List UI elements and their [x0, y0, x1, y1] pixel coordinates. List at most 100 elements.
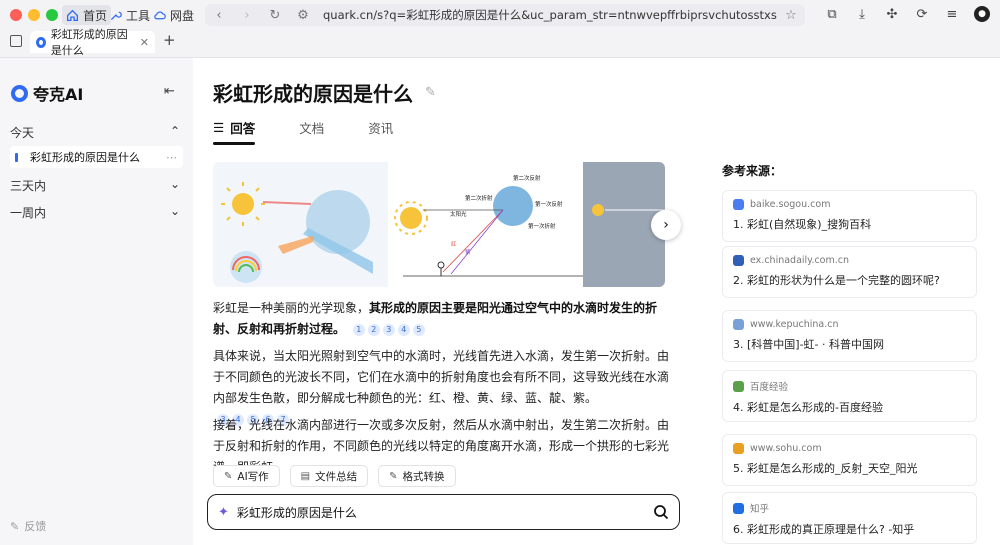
site-favicon-icon — [733, 443, 744, 454]
bookmark-star-icon[interactable]: ☆ — [777, 8, 805, 23]
chevron-right-icon: › — [663, 217, 669, 233]
site-favicon-icon — [733, 199, 744, 210]
para2-text: 具体来说，当太阳光照射到空气中的水滴时，光线首先进入水滴，发生第一次折射。由于不… — [213, 349, 670, 405]
extensions-icon[interactable]: ✣ — [884, 6, 900, 22]
ai-writing-button[interactable]: ✎ AI写作 — [213, 465, 280, 487]
profile-icon[interactable]: ● — [974, 6, 990, 22]
chevron-down-icon: ⌄ — [169, 177, 180, 191]
menu-icon[interactable]: ≡ — [944, 6, 960, 22]
close-tab-icon[interactable]: ✕ — [140, 36, 149, 49]
sparkle-icon: ✦ — [218, 504, 229, 520]
source-title[interactable]: 6. 彩虹形成的真正原理是什么? -知乎 — [733, 521, 966, 537]
source-domain: 百度经验 — [750, 382, 789, 393]
reference-badge[interactable]: 1 — [352, 323, 365, 336]
feedback-label: 反馈 — [24, 520, 47, 533]
new-tab-icon[interactable]: + — [163, 31, 176, 49]
toolbar-icons: ⧉ ⤓ ✣ ⟳ ≡ ● — [824, 6, 990, 22]
ai-tools-row: ✎ AI写作 ▤ 文件总结 ✎ 格式转换 — [213, 465, 456, 487]
site-favicon-icon — [733, 255, 744, 266]
address-bar[interactable]: ‹ › ↻ ⚙ quark.cn/s?q=彩虹形成的原因是什么&uc_param… — [205, 4, 805, 26]
site-favicon-icon — [733, 319, 744, 330]
back-icon[interactable]: ‹ — [205, 8, 233, 23]
forward-icon[interactable]: › — [233, 8, 261, 23]
tab-documents[interactable]: 文档 — [299, 117, 324, 137]
search-input[interactable]: 彩虹形成的原因是什么 — [237, 504, 645, 521]
site-favicon-icon — [733, 502, 744, 514]
collapse-sidebar-icon[interactable]: ⇤ — [164, 84, 175, 99]
reference-badge[interactable]: 5 — [412, 323, 425, 336]
source-domain: ex.chinadaily.com.cn — [750, 255, 850, 266]
diagram-label: 第一次折射 — [528, 222, 556, 230]
reference-badge[interactable]: 4 — [397, 323, 410, 336]
source-title[interactable]: 3. [科普中国]-虹- · 科普中国网 — [733, 336, 966, 352]
group-label: 今天 — [10, 126, 35, 140]
active-indicator — [15, 152, 18, 162]
search-box[interactable]: ✦ 彩虹形成的原因是什么 — [207, 494, 680, 530]
source-card[interactable]: baike.sogou.com 1. 彩虹(自然现象)_搜狗百科 — [722, 190, 977, 242]
maximize-window-dot[interactable] — [46, 9, 58, 21]
rainbow-diagrams: 第二次反射 第二次折射 太阳光 第一次反射 第一次折射 红 紫 — [213, 162, 665, 287]
page-title: 彩虹形成的原因是什么 ✎ — [213, 78, 436, 107]
image-carousel[interactable]: 第二次反射 第二次折射 太阳光 第一次反射 第一次折射 红 紫 — [213, 162, 665, 287]
file-summary-button[interactable]: ▤ 文件总结 — [289, 465, 369, 487]
brand-logo[interactable]: 夸克AI — [11, 81, 83, 105]
source-title[interactable]: 5. 彩虹是怎么形成的_反射_天空_阳光 — [733, 460, 966, 476]
source-card[interactable]: www.kepuchina.cn 3. [科普中国]-虹- · 科普中国网 — [722, 310, 977, 362]
history-group-today[interactable]: 今天 ⌃ — [10, 124, 180, 141]
reference-badges: 1 2 3 4 5 — [352, 323, 425, 336]
source-card[interactable]: www.sohu.com 5. 彩虹是怎么形成的_反射_天空_阳光 — [722, 434, 977, 486]
format-convert-button[interactable]: ✎ 格式转换 — [378, 465, 456, 487]
history-group-three-days[interactable]: 三天内 ⌄ — [10, 177, 180, 194]
sidebar-toggle-icon[interactable] — [10, 35, 22, 47]
carousel-next-button[interactable]: › — [651, 210, 681, 240]
minimize-window-dot[interactable] — [28, 9, 40, 21]
top-tab-label: 工具 — [126, 8, 151, 23]
tab-news[interactable]: 资讯 — [368, 117, 393, 137]
more-options-icon[interactable]: ⋯ — [166, 151, 177, 164]
feedback-button[interactable]: ✎ 反馈 — [10, 518, 46, 534]
source-domain: www.sohu.com — [750, 443, 822, 454]
source-title[interactable]: 4. 彩虹是怎么形成的-百度经验 — [733, 399, 966, 415]
document-icon: ▤ — [300, 470, 311, 482]
sync-icon[interactable]: ⟳ — [914, 6, 930, 22]
search-icon[interactable] — [653, 504, 669, 520]
tab-answer[interactable]: ☰ 回答 — [213, 117, 256, 145]
source-title[interactable]: 1. 彩虹(自然现象)_搜狗百科 — [733, 216, 966, 232]
history-group-week[interactable]: 一周内 ⌄ — [10, 204, 180, 221]
diagram-label: 第二次折射 — [465, 194, 493, 202]
url-text[interactable]: quark.cn/s?q=彩虹形成的原因是什么&uc_param_str=ntn… — [317, 7, 777, 23]
reference-badge[interactable]: 3 — [382, 323, 395, 336]
site-favicon-icon — [733, 380, 744, 392]
group-label: 三天内 — [10, 179, 47, 193]
tools-icon — [110, 11, 122, 20]
top-tab-drive[interactable]: 网盘 — [149, 5, 198, 25]
top-tab-home[interactable]: 首页 — [62, 5, 112, 25]
quark-logo-icon — [11, 84, 28, 102]
diagram-label: 紫 — [465, 249, 471, 256]
group-label: 一周内 — [10, 206, 47, 220]
close-window-dot[interactable] — [10, 9, 22, 21]
source-title[interactable]: 2. 彩虹的形状为什么是一个完整的圆环呢? — [733, 272, 966, 288]
edit-icon[interactable]: ✎ — [425, 85, 436, 100]
tab-label: 回答 — [230, 120, 256, 136]
source-card[interactable]: 百度经验 4. 彩虹是怎么形成的-百度经验 — [722, 370, 977, 422]
diagram-label: 第一次反射 — [535, 200, 563, 208]
convert-icon: ✎ — [389, 470, 398, 482]
app-window: 首页 工具 网盘 ‹ › ↻ ⚙ quark.cn/s?q=彩虹形成的原因是什么… — [0, 0, 1000, 545]
pen-icon: ✎ — [224, 470, 233, 482]
source-card[interactable]: ex.chinadaily.com.cn 2. 彩虹的形状为什么是一个完整的圆环… — [722, 246, 977, 298]
tool-label: 格式转换 — [402, 470, 445, 483]
download-icon[interactable]: ⤓ — [854, 6, 870, 22]
history-item[interactable]: 彩虹形成的原因是什么 ⋯ — [10, 146, 183, 168]
sources-heading: 参考来源： — [722, 164, 783, 178]
para1-text: 彩虹是一种美丽的光学现象， — [213, 301, 370, 315]
reload-icon[interactable]: ↻ — [261, 8, 289, 23]
source-card[interactable]: 知乎 6. 彩虹形成的真正原理是什么? -知乎 — [722, 492, 977, 544]
source-domain: baike.sogou.com — [750, 199, 831, 210]
browser-tab[interactable]: 彩虹形成的原因是什么 ✕ — [30, 28, 155, 57]
translate-icon[interactable]: ⧉ — [824, 6, 840, 22]
site-settings-icon[interactable]: ⚙ — [289, 8, 317, 23]
top-tab-tools[interactable]: 工具 — [105, 5, 154, 25]
reference-badge[interactable]: 2 — [367, 323, 380, 336]
top-tab-label: 首页 — [83, 8, 108, 23]
